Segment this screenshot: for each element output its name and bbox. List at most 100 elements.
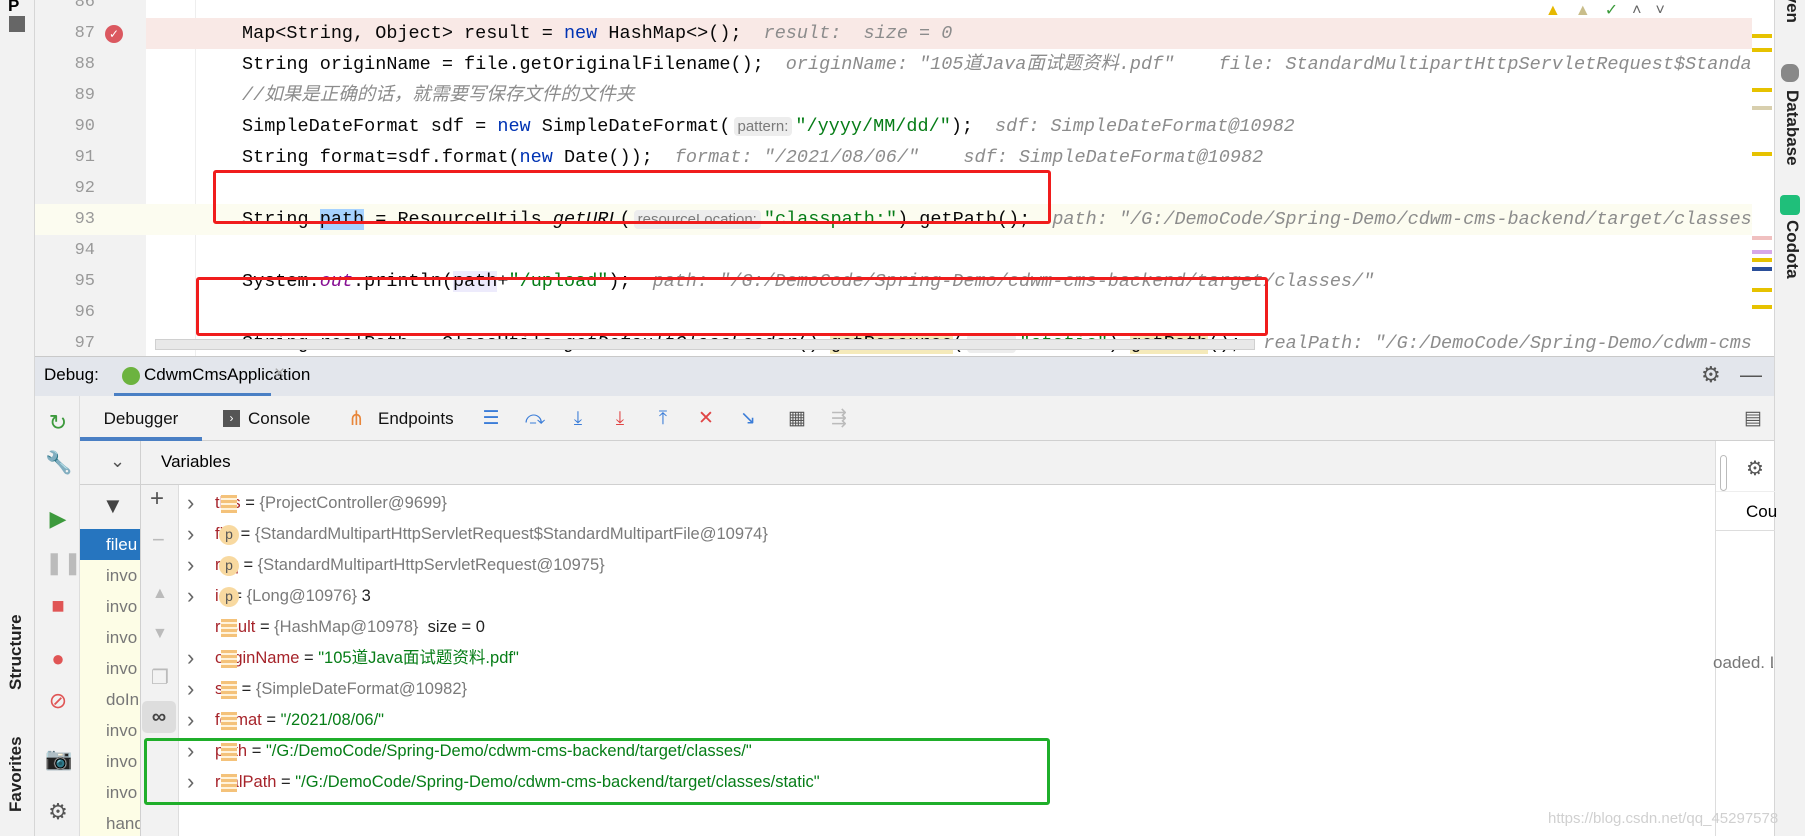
next-highlight-icon[interactable]: ˅: [1655, 2, 1678, 19]
chevron-down-icon[interactable]: ⌄: [110, 451, 125, 472]
frame-item[interactable]: invo: [80, 622, 140, 653]
variable-row[interactable]: result = {HashMap@10978} size = 0: [179, 612, 1709, 643]
frame-item[interactable]: doIn: [80, 684, 140, 715]
step-into-icon[interactable]: ⤓: [565, 406, 591, 432]
variable-value: {HashMap@10978}: [274, 618, 419, 636]
show-execution-point-icon[interactable]: ☰: [478, 406, 504, 432]
tab-debugger[interactable]: Debugger: [80, 396, 202, 441]
typo-icon[interactable]: ✓: [1605, 2, 1632, 19]
editor-horizontal-scrollbar[interactable]: [155, 339, 1255, 350]
field-icon: [221, 650, 237, 668]
inline-debug-value: originName: "105道Java面试题资料.pdf" file: St…: [785, 54, 1785, 75]
step-over-icon[interactable]: ⤼: [522, 406, 548, 432]
frame-item[interactable]: invo: [80, 777, 140, 808]
chevron-right-icon[interactable]: ›: [187, 704, 194, 735]
filter-icon[interactable]: ▼: [102, 493, 124, 519]
variable-row[interactable]: › pfile = {StandardMultipartHttpServletRe…: [179, 519, 1709, 550]
code-line[interactable]: SimpleDateFormat sdf = new SimpleDateFor…: [146, 111, 1752, 142]
view-breakpoints-icon[interactable]: ●: [45, 646, 71, 672]
column-header[interactable]: Cou: [1746, 502, 1777, 522]
variable-text: result = {HashMap@10978} size = 0: [215, 618, 485, 636]
frame-item[interactable]: invo: [80, 653, 140, 684]
right-tool-strip: Maven Database Codota: [1774, 0, 1805, 836]
chevron-right-icon[interactable]: ›: [187, 580, 194, 611]
gear-icon[interactable]: ⚙: [1701, 362, 1721, 388]
variable-row[interactable]: › format = "/2021/08/06/": [179, 705, 1709, 736]
toggle-icon[interactable]: [1720, 455, 1727, 491]
chevron-right-icon[interactable]: ›: [187, 642, 194, 673]
code-line[interactable]: [146, 235, 1752, 266]
code-line[interactable]: //如果是正确的话，就需要写保存文件的文件夹: [146, 80, 1752, 111]
trace-stream-icon[interactable]: ⇶: [826, 406, 852, 432]
move-up-icon[interactable]: ▲: [152, 585, 168, 603]
chevron-right-icon[interactable]: ›: [187, 487, 194, 518]
drop-frame-icon[interactable]: ✕: [693, 406, 719, 432]
variables-header: Variables: [141, 441, 1715, 485]
codota-tool-tab[interactable]: Codota: [1782, 220, 1802, 279]
duplicate-watch-icon[interactable]: ❐: [151, 665, 169, 690]
database-tool-tab[interactable]: Database: [1782, 90, 1802, 166]
wrench-icon[interactable]: 🔧: [45, 450, 72, 476]
move-down-icon[interactable]: ▼: [152, 625, 168, 643]
favorites-tool-tab[interactable]: Favorites: [6, 736, 26, 812]
code-token: String originName = file.getOriginalFile…: [242, 54, 764, 75]
frame-item[interactable]: invo: [80, 560, 140, 591]
variable-extra: 3: [357, 587, 371, 605]
folder-icon[interactable]: [9, 16, 25, 32]
camera-icon[interactable]: 📷: [45, 746, 72, 772]
stop-icon[interactable]: ■: [45, 593, 71, 619]
project-tool-label[interactable]: P: [8, 0, 19, 16]
inspection-widget[interactable]: ▲▲✓˄˅: [1545, 0, 1755, 19]
previous-highlight-icon[interactable]: ˄: [1632, 2, 1655, 19]
variable-row[interactable]: › sdf = {SimpleDateFormat@10982}: [179, 674, 1709, 705]
new-watch-icon[interactable]: +: [150, 485, 164, 513]
resume-icon[interactable]: ▶: [45, 506, 71, 532]
variable-row[interactable]: › preq = {StandardMultipartHttpServletReq…: [179, 550, 1709, 581]
variable-row[interactable]: › originName = "105道Java面试题资料.pdf": [179, 643, 1709, 674]
remove-watch-icon[interactable]: −: [152, 527, 165, 553]
inline-debug-value: result: size = 0: [763, 23, 953, 44]
variable-row[interactable]: › this = {ProjectController@9699}: [179, 488, 1709, 519]
mute-breakpoints-icon[interactable]: ⊘: [45, 688, 71, 714]
code-line[interactable]: Map<String, Object> result = new HashMap…: [146, 18, 1752, 49]
frame-item[interactable]: invo: [80, 715, 140, 746]
error-stripe[interactable]: [1752, 0, 1774, 356]
code-token: new: [497, 116, 531, 137]
code-line[interactable]: String format=sdf.format(new Date()); for…: [146, 142, 1752, 173]
breakpoint-icon[interactable]: ✓: [105, 25, 123, 43]
code-line[interactable]: String originName = file.getOriginalFile…: [146, 49, 1785, 80]
show-watches-icon[interactable]: ∞: [142, 701, 176, 733]
run-to-cursor-icon[interactable]: ↘: [735, 406, 761, 432]
warning-icon[interactable]: ▲: [1545, 2, 1575, 19]
frame-item[interactable]: invo: [80, 746, 140, 777]
variable-row[interactable]: ›pid = {Long@10976} 3: [179, 581, 1709, 612]
rerun-icon[interactable]: ↻: [45, 410, 71, 436]
maven-tool-tab[interactable]: Maven: [1782, 0, 1802, 23]
code-token: "/yyyy/MM/dd/": [795, 116, 951, 137]
code-line[interactable]: [146, 0, 1752, 18]
settings-icon[interactable]: ⚙: [45, 799, 71, 825]
inline-debug-value: realPath: "/G:/DemoCode/Spring-Demo/cdwm…: [1263, 333, 1775, 354]
session-tab[interactable]: CdwmCmsApplication: [114, 357, 310, 397]
structure-tool-tab[interactable]: Structure: [6, 614, 26, 690]
evaluate-expression-icon[interactable]: ▦: [784, 406, 810, 432]
minimize-icon[interactable]: —: [1740, 362, 1762, 388]
force-step-into-icon[interactable]: ⤓: [607, 406, 633, 432]
close-tab-icon[interactable]: ×: [274, 363, 285, 385]
chevron-right-icon[interactable]: ›: [187, 673, 194, 704]
chevron-right-icon[interactable]: ›: [187, 518, 194, 549]
session-tab-label: CdwmCmsApplication: [144, 365, 311, 384]
chevron-right-icon[interactable]: ›: [187, 549, 194, 580]
step-out-icon[interactable]: ⤒: [650, 406, 676, 432]
debugger-toolbar: Debugger › Console ⋔ Endpoints ☰ ⤼ ⤓ ⤓ ⤒…: [80, 396, 1774, 441]
pause-icon[interactable]: ❚❚: [45, 550, 82, 576]
tab-endpoints[interactable]: Endpoints: [378, 396, 454, 441]
frame-item[interactable]: fileu: [80, 529, 140, 560]
frame-item[interactable]: invo: [80, 591, 140, 622]
layout-icon[interactable]: ▤: [1740, 406, 1766, 432]
gear-icon[interactable]: ⚙: [1746, 456, 1764, 481]
weak-warning-icon[interactable]: ▲: [1575, 2, 1605, 19]
frame-item[interactable]: hand: [80, 808, 140, 836]
frames-list[interactable]: fileu invo invo invo invo doIn invo invo invo han…: [80, 485, 141, 836]
tab-console[interactable]: Console: [248, 396, 310, 441]
